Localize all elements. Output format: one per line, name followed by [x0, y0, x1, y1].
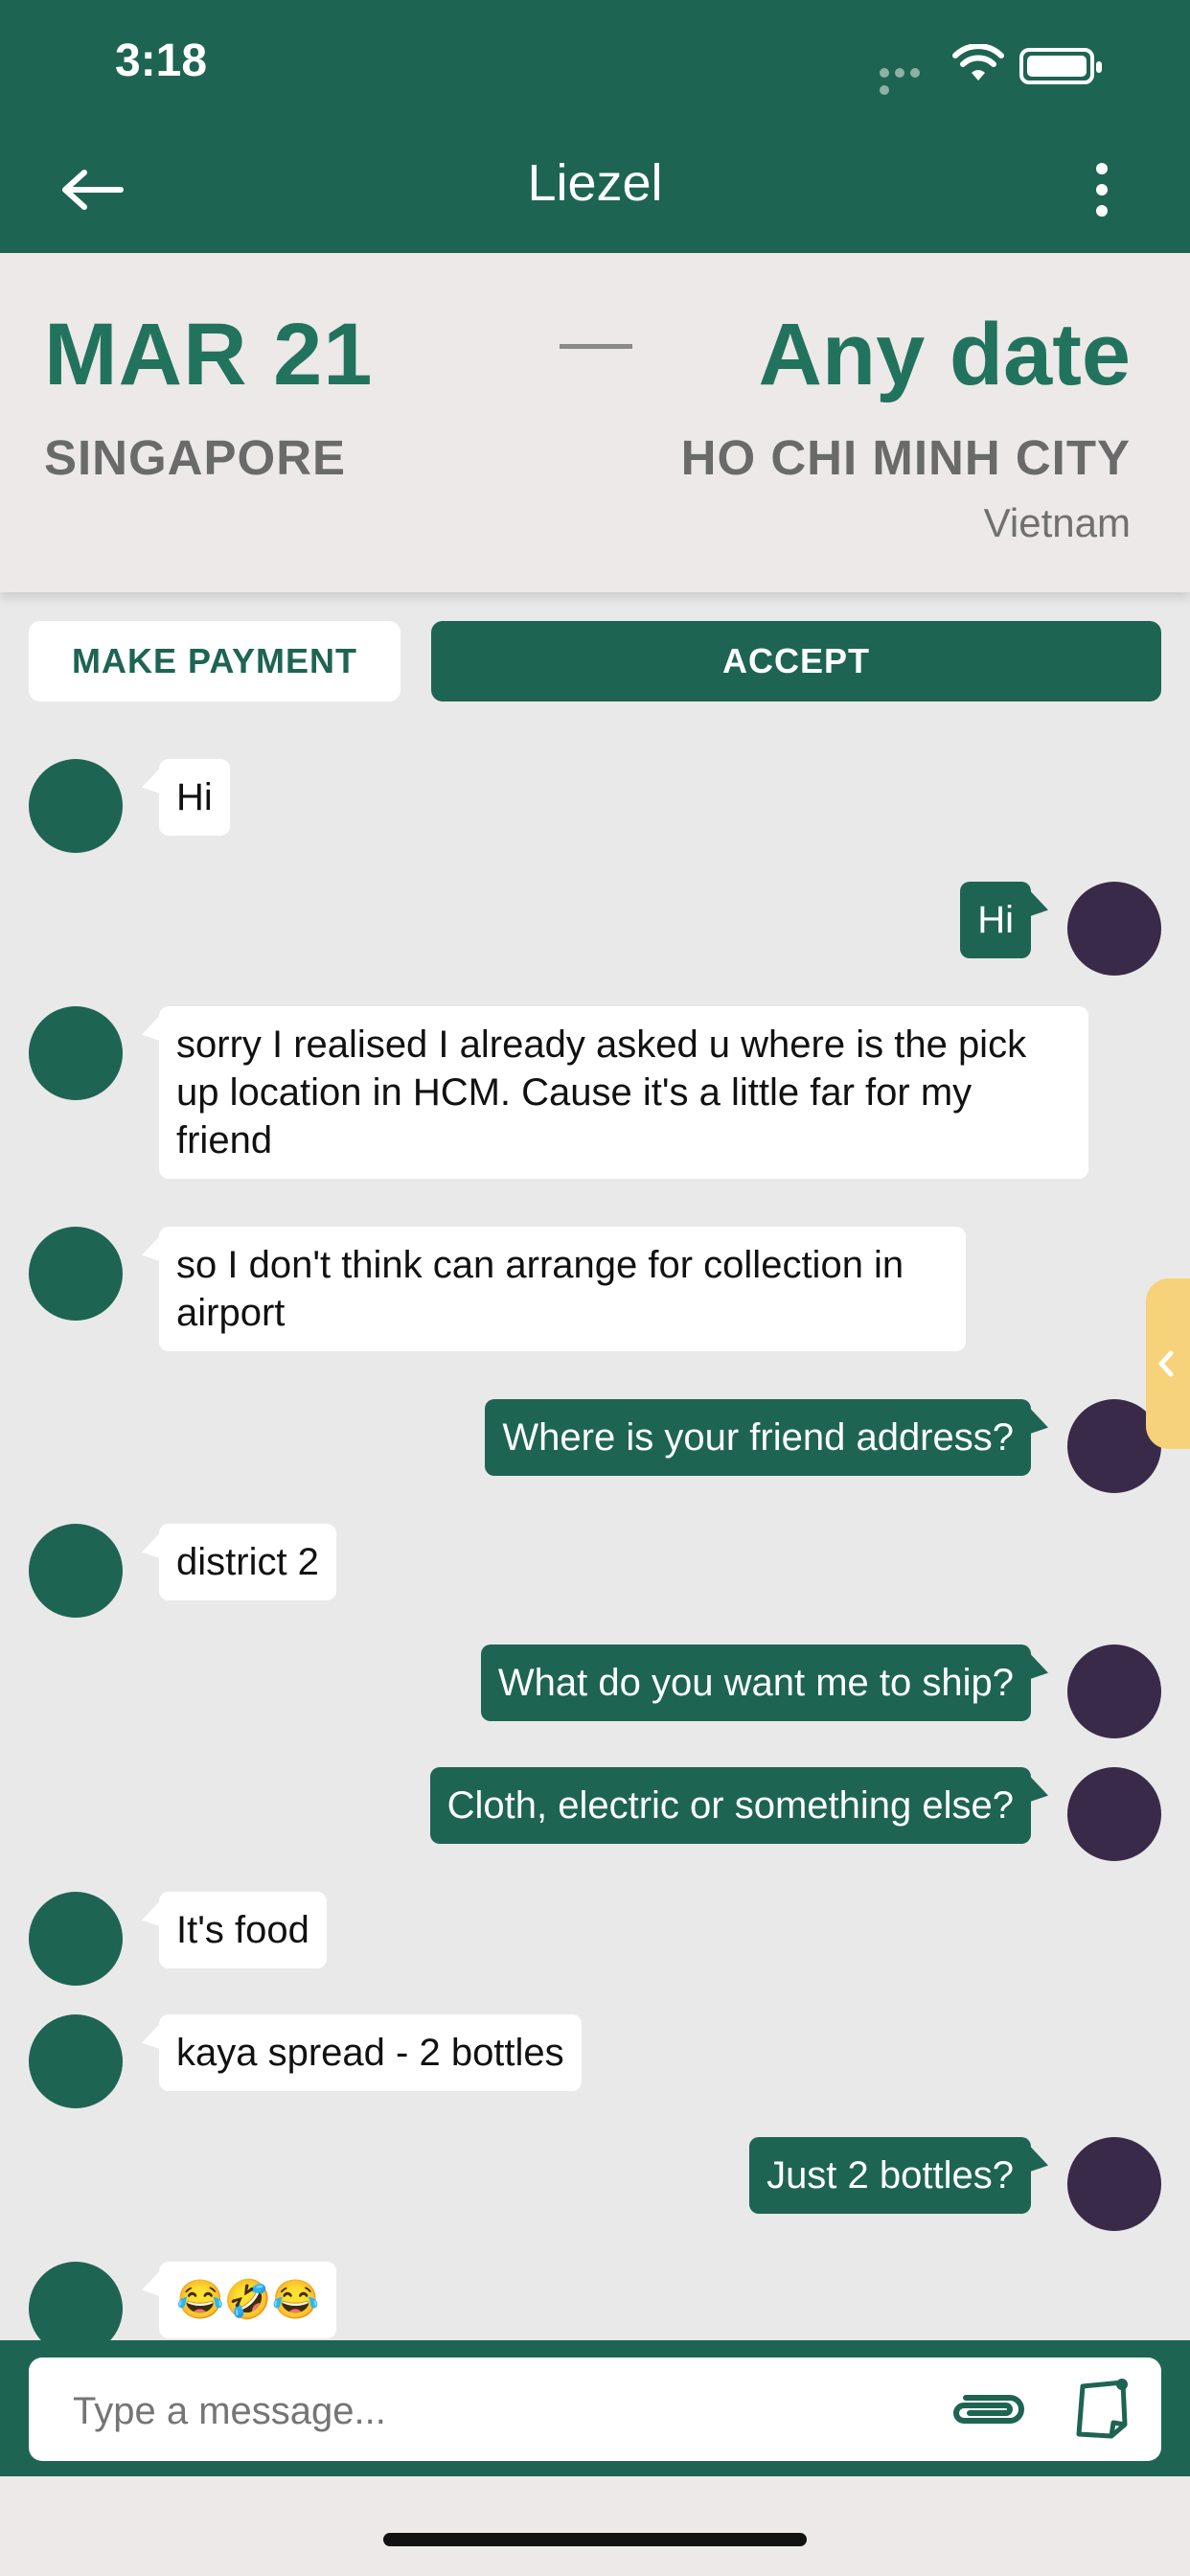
- paperclip-icon[interactable]: [947, 2384, 1029, 2434]
- departure-date: MAR 21: [44, 306, 374, 403]
- user-avatar[interactable]: [1067, 882, 1161, 976]
- home-indicator[interactable]: [383, 2533, 807, 2546]
- user-avatar[interactable]: [1067, 1767, 1161, 1861]
- message-bubble-sent: Just 2 bottles?: [749, 2137, 1031, 2214]
- chevron-left-icon: [1158, 1350, 1174, 1377]
- signal-icon: [880, 65, 937, 95]
- destination-city: HO CHI MINH CITY: [680, 430, 1131, 485]
- message-bubble-sent: Cloth, electric or something else?: [429, 1767, 1031, 1844]
- message-bubble-received: so I don't think can arrange for collect…: [159, 1227, 966, 1351]
- page-title: Liezel: [527, 154, 663, 212]
- more-vertical-icon[interactable]: [1083, 161, 1121, 222]
- message-input[interactable]: [71, 2386, 937, 2436]
- contact-avatar[interactable]: [29, 759, 123, 853]
- user-avatar[interactable]: [1067, 1644, 1161, 1738]
- contact-avatar[interactable]: [29, 1006, 123, 1100]
- message-bubble-received: district 2: [159, 1524, 336, 1600]
- make-payment-button[interactable]: MAKE PAYMENT: [29, 621, 400, 702]
- message-bubble-sent: Where is your friend address?: [485, 1399, 1031, 1476]
- message-bubble-received: Hi: [159, 759, 230, 836]
- origin-city: SINGAPORE: [44, 430, 347, 485]
- date-separator: [560, 344, 632, 349]
- contact-avatar[interactable]: [29, 1524, 123, 1618]
- message-bubble-sent: Hi: [960, 882, 1031, 958]
- message-composer: [29, 2358, 1161, 2461]
- message-bubble-received: sorry I realised I already asked u where…: [159, 1006, 1088, 1179]
- contact-avatar[interactable]: [29, 1892, 123, 1986]
- message-bubble-received: It's food: [159, 1892, 327, 1968]
- accept-button[interactable]: ACCEPT: [431, 621, 1161, 702]
- destination-country: Vietnam: [983, 500, 1131, 545]
- status-icons: [880, 44, 1129, 95]
- message-bubble-received: 😂🤣😂: [159, 2262, 337, 2338]
- status-time: 3:18: [115, 35, 208, 86]
- message-bubble-sent: What do you want me to ship?: [480, 1644, 1031, 1721]
- battery-icon: [1019, 48, 1102, 84]
- message-bubble-received: kaya spread - 2 bottles: [159, 2014, 582, 2091]
- note-icon[interactable]: [1069, 2377, 1133, 2442]
- user-avatar[interactable]: [1067, 2137, 1161, 2231]
- side-drawer-tab[interactable]: [1146, 1278, 1190, 1449]
- contact-avatar[interactable]: [29, 2014, 123, 2108]
- home-area: [0, 2476, 1190, 2576]
- arrival-date: Any date: [758, 306, 1131, 403]
- contact-avatar[interactable]: [29, 1227, 123, 1321]
- wifi-icon: [952, 44, 1004, 80]
